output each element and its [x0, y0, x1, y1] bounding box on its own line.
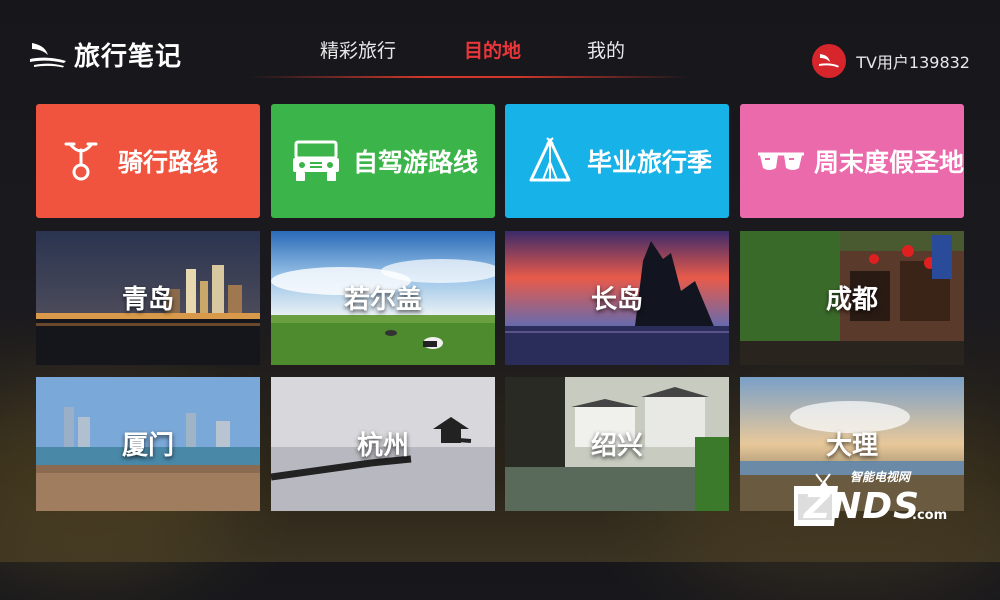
top-nav: 精彩旅行 目的地 我的: [300, 36, 660, 66]
category-label: 毕业旅行季: [587, 148, 713, 177]
category-self-drive-routes[interactable]: 自驾游路线: [271, 104, 495, 218]
destination-label: 大理: [825, 431, 878, 461]
tab-destinations[interactable]: 目的地: [464, 36, 521, 63]
category-label: 骑行路线: [118, 148, 219, 177]
tab-mine[interactable]: 我的: [587, 36, 625, 63]
destination-label: 厦门: [121, 431, 174, 461]
category-label: 周末度假圣地: [813, 148, 964, 177]
destination-label: 杭州: [356, 431, 409, 461]
app-title: 旅行笔记: [74, 41, 183, 72]
watermark-main-text: ZNDS: [804, 486, 921, 527]
znds-watermark: 智能电视网 ZNDS .com: [790, 468, 960, 530]
destination-ruoergai[interactable]: 若尔盖: [271, 231, 495, 365]
watermark-top-text: 智能电视网: [850, 470, 911, 484]
app-logo-icon: [30, 43, 66, 68]
destination-chengdu[interactable]: 成都: [740, 231, 964, 365]
bicycle-icon: [50, 130, 112, 192]
destination-label: 若尔盖: [343, 285, 422, 315]
tent-icon: [519, 130, 581, 192]
user-account[interactable]: TV用户139832: [812, 44, 970, 78]
category-label: 自驾游路线: [353, 148, 479, 177]
app-logo: 旅行笔记: [28, 34, 182, 74]
destination-label: 成都: [825, 285, 878, 315]
destination-qingdao[interactable]: 青岛: [36, 231, 260, 365]
destination-label: 青岛: [121, 285, 174, 315]
destination-label: 绍兴: [590, 431, 643, 461]
destination-shaoxing[interactable]: 绍兴: [505, 377, 729, 511]
jeep-icon: [285, 130, 347, 192]
destination-label: 长岛: [590, 285, 643, 315]
sunglasses-icon: [754, 130, 808, 192]
category-weekend-getaways[interactable]: 周末度假圣地: [740, 104, 964, 218]
category-cycling-routes[interactable]: 骑行路线: [36, 104, 260, 218]
nav-underline: [250, 76, 690, 78]
destination-hangzhou[interactable]: 杭州: [271, 377, 495, 511]
user-name: TV用户139832: [856, 53, 970, 72]
avatar: [812, 44, 847, 78]
destination-xiamen[interactable]: 厦门: [36, 377, 260, 511]
user-logo-icon: [819, 54, 840, 68]
category-graduation-trip[interactable]: 毕业旅行季: [505, 104, 729, 218]
watermark-suffix: .com: [912, 508, 948, 523]
destination-changdao[interactable]: 长岛: [505, 231, 729, 365]
tab-featured-travel[interactable]: 精彩旅行: [320, 36, 396, 63]
